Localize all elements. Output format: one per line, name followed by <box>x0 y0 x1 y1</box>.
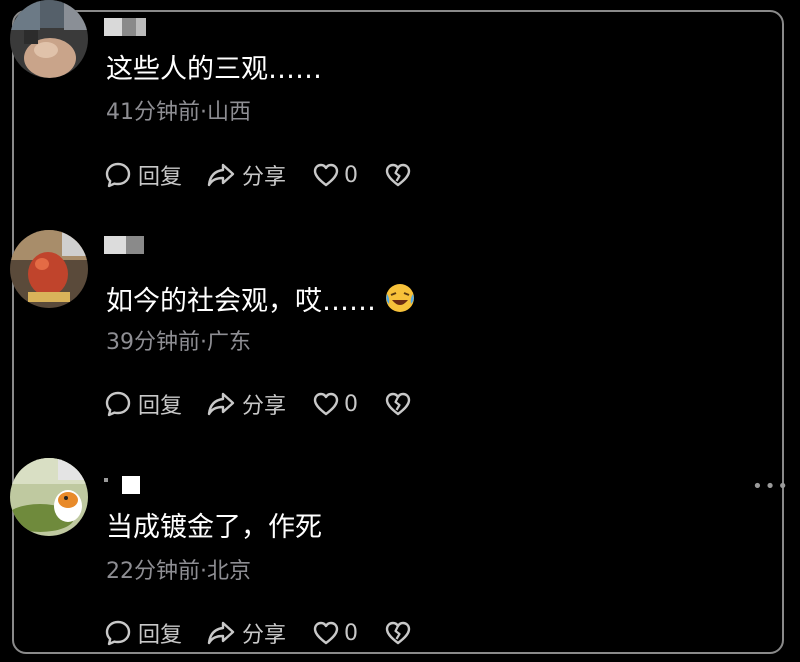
meta-separator: · <box>200 559 207 584</box>
laughing-crying-emoji-icon <box>384 282 416 324</box>
reply-label: 回复 <box>138 394 183 419</box>
share-button[interactable]: 分享 <box>206 388 286 420</box>
more-options-icon[interactable]: ••• <box>752 478 790 496</box>
username[interactable] <box>104 236 144 254</box>
username[interactable] <box>104 476 140 494</box>
broken-heart-icon <box>384 162 412 188</box>
reply-button[interactable]: 回复 <box>104 388 182 420</box>
meta-separator: · <box>200 100 207 125</box>
share-label: 分享 <box>242 623 287 648</box>
broken-heart-icon <box>384 391 412 417</box>
comment-meta: 41分钟前·山西 <box>106 98 251 128</box>
avatar[interactable] <box>10 458 88 536</box>
like-count: 0 <box>344 162 359 188</box>
like-button[interactable]: 0 <box>312 162 358 188</box>
comment-actions: 回复 分享 0 <box>104 155 412 195</box>
share-button[interactable]: 分享 <box>206 159 286 191</box>
username[interactable] <box>104 18 146 36</box>
like-count: 0 <box>344 391 359 417</box>
comment-text-content: 如今的社会观，哎…… <box>106 286 376 317</box>
reply-button[interactable]: 回复 <box>104 617 182 649</box>
comment-meta: 22分钟前·北京 <box>106 557 251 587</box>
like-button[interactable]: 0 <box>312 391 358 417</box>
comment-bubble-icon <box>104 161 132 189</box>
heart-icon <box>312 391 340 417</box>
reply-label: 回复 <box>138 623 183 648</box>
share-arrow-icon <box>206 390 236 418</box>
share-label: 分享 <box>242 394 287 419</box>
comment-time: 22分钟前 <box>106 559 200 584</box>
comment-text: 当成镀金了，作死 <box>106 512 322 543</box>
meta-separator: · <box>200 330 207 355</box>
heart-icon <box>312 620 340 646</box>
avatar[interactable] <box>10 230 88 308</box>
comment-region: 山西 <box>207 100 252 125</box>
comment-time: 41分钟前 <box>106 100 200 125</box>
comment-bubble-icon <box>104 390 132 418</box>
comment-region: 广东 <box>207 330 252 355</box>
comment-bubble-icon <box>104 619 132 647</box>
dislike-button[interactable] <box>384 162 412 188</box>
share-label: 分享 <box>242 165 287 190</box>
share-arrow-icon <box>206 161 236 189</box>
dislike-button[interactable] <box>384 620 412 646</box>
avatar[interactable] <box>10 0 88 78</box>
comment-region: 北京 <box>207 559 252 584</box>
share-button[interactable]: 分享 <box>206 617 286 649</box>
heart-icon <box>312 162 340 188</box>
comment-meta: 39分钟前·广东 <box>106 328 251 358</box>
comment-actions: 回复 分享 0 <box>104 384 412 424</box>
reply-label: 回复 <box>138 165 183 190</box>
comment-text: 这些人的三观…… <box>106 54 322 85</box>
comment-time: 39分钟前 <box>106 330 200 355</box>
broken-heart-icon <box>384 620 412 646</box>
comment-actions: 回复 分享 0 <box>104 613 412 653</box>
like-button[interactable]: 0 <box>312 620 358 646</box>
dislike-button[interactable] <box>384 391 412 417</box>
comment-text: 如今的社会观，哎…… <box>106 282 416 324</box>
like-count: 0 <box>344 620 359 646</box>
share-arrow-icon <box>206 619 236 647</box>
reply-button[interactable]: 回复 <box>104 159 182 191</box>
